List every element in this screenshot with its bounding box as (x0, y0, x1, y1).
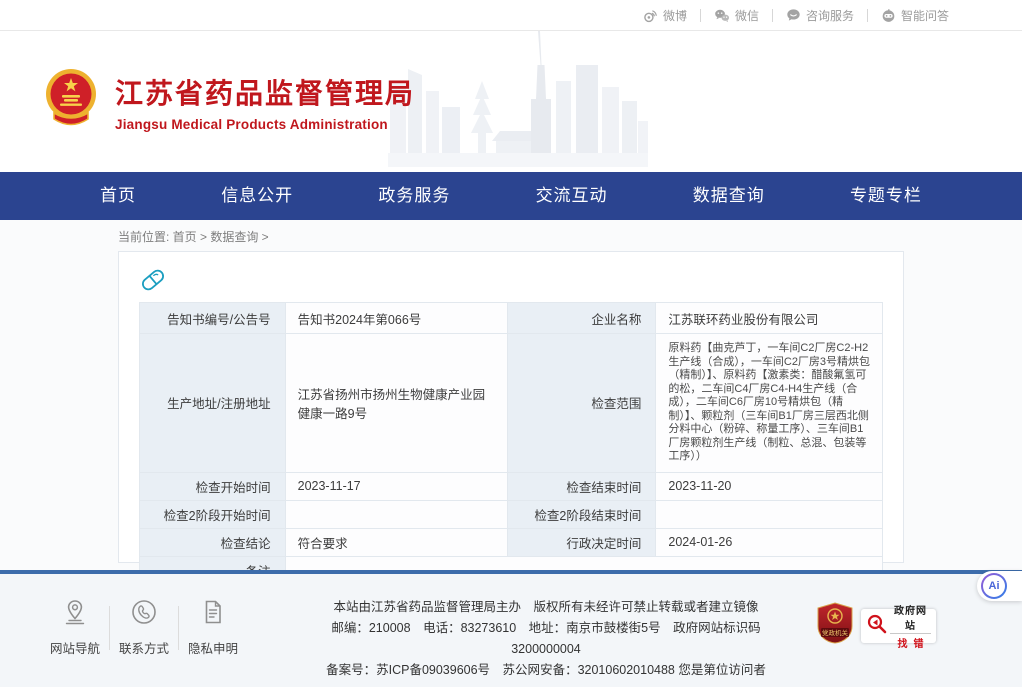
footer-info-line: 本站由江苏省药品监督管理局主办 版权所有未经许可禁止转载或者建立镜像 (300, 597, 792, 618)
site-header: 江苏省药品监督管理局 Jiangsu Medical Products Admi… (0, 31, 1022, 172)
weibo-icon (643, 8, 658, 23)
topbar: 微博 微信 咨询服务 智能问答 (0, 0, 1022, 31)
error-badge-text: 政府网站 找错 (890, 602, 931, 650)
footer-info: 本站由江苏省药品监督管理局主办 版权所有未经许可禁止转载或者建立镜像 邮编：21… (300, 597, 792, 681)
ai-assistant-button[interactable]: Ai (977, 571, 1022, 601)
site-nav-icon (61, 613, 89, 630)
footer-link-label: 隐私申明 (184, 638, 242, 657)
topbar-link-label: 咨询服务 (806, 7, 854, 24)
field-label: 检查2阶段开始时间 (140, 500, 286, 528)
city-skyline-watermark (388, 29, 648, 172)
footer-link-site-nav[interactable]: 网站导航 (46, 598, 104, 657)
footer-info-line: 邮编：210008 电话：83273610 地址：南京市鼓楼街5号 政府网站标识… (300, 618, 792, 660)
field-value: 告知书2024年第066号 (285, 303, 507, 334)
field-value: 江苏联环药业股份有限公司 (656, 303, 883, 334)
nav-item-interaction[interactable]: 交流互动 (536, 172, 608, 220)
table-row: 检查开始时间 2023-11-17 检查结束时间 2023-11-20 (140, 472, 883, 500)
topbar-link-weibo[interactable]: 微博 (630, 7, 700, 24)
org-name-zh: 江苏省药品监督管理局 (115, 72, 415, 112)
footer-badges: 党政机关 政府网站 找错 (817, 602, 936, 649)
footer-link-privacy[interactable]: 隐私申明 (184, 598, 242, 657)
inspection-detail-table: 告知书编号/公告号 告知书2024年第066号 企业名称 江苏联环药业股份有限公… (139, 302, 883, 585)
field-value: 2024-01-26 (656, 528, 883, 556)
table-row: 检查结论 符合要求 行政决定时间 2024-01-26 (140, 528, 883, 556)
footer-separator (109, 606, 110, 650)
site-footer: 网站导航 联系方式 隐私申明 本站由江苏省药品监督管理局主办 版权所有未经许可禁… (0, 570, 1022, 687)
site-titles: 江苏省药品监督管理局 Jiangsu Medical Products Admi… (115, 72, 415, 132)
site-logo[interactable]: 江苏省药品监督管理局 Jiangsu Medical Products Admi… (45, 67, 415, 136)
main-nav: 首页 信息公开 政务服务 交流互动 数据查询 专题专栏 (0, 172, 1022, 220)
topbar-link-smart-qa[interactable]: 智能问答 (868, 7, 962, 24)
contact-icon (130, 613, 158, 630)
ai-icon: Ai (981, 573, 1007, 599)
topbar-link-label: 微博 (663, 7, 687, 24)
national-emblem-icon (45, 67, 97, 136)
pill-icon (139, 266, 883, 296)
table-row: 检查2阶段开始时间 检查2阶段结束时间 (140, 500, 883, 528)
footer-link-contact[interactable]: 联系方式 (115, 598, 173, 657)
field-label: 检查开始时间 (140, 472, 286, 500)
privacy-icon (199, 613, 227, 630)
field-value: 2023-11-17 (285, 472, 507, 500)
table-row: 告知书编号/公告号 告知书2024年第066号 企业名称 江苏联环药业股份有限公… (140, 303, 883, 334)
inspection-detail-card: 告知书编号/公告号 告知书2024年第066号 企业名称 江苏联环药业股份有限公… (118, 251, 904, 563)
error-badge-line1: 政府网站 (890, 602, 931, 634)
footer-link-label: 网站导航 (46, 638, 104, 657)
field-label: 检查结束时间 (507, 472, 656, 500)
field-value: 江苏省扬州市扬州生物健康产业园健康一路9号 (285, 334, 507, 473)
field-value (656, 500, 883, 528)
topbar-link-consult[interactable]: 咨询服务 (773, 7, 867, 24)
field-label: 检查2阶段结束时间 (507, 500, 656, 528)
nav-item-data-query[interactable]: 数据查询 (693, 172, 765, 220)
footer-link-label: 联系方式 (115, 638, 173, 657)
field-label: 告知书编号/公告号 (140, 303, 286, 334)
org-name-en: Jiangsu Medical Products Administration (115, 117, 415, 132)
nav-item-home[interactable]: 首页 (100, 172, 136, 220)
smart-qa-icon (881, 8, 896, 23)
svg-text:党政机关: 党政机关 (822, 628, 849, 637)
nav-item-gov-services[interactable]: 政务服务 (378, 172, 450, 220)
field-label: 检查范围 (507, 334, 656, 473)
topbar-link-label: 智能问答 (901, 7, 949, 24)
topbar-link-label: 微信 (735, 7, 759, 24)
ai-icon-label: Ai (983, 575, 1005, 597)
gov-site-error-report-badge[interactable]: 政府网站 找错 (861, 609, 936, 643)
field-value: 2023-11-20 (656, 472, 883, 500)
field-value (285, 500, 507, 528)
footer-quick-links: 网站导航 联系方式 隐私申明 (46, 598, 242, 657)
field-value: 符合要求 (285, 528, 507, 556)
field-value: 原料药【曲克芦丁，一车间C2厂房C2-H2生产线（合成），一车间C2厂房3号精烘… (656, 334, 883, 473)
nav-item-special-topics[interactable]: 专题专栏 (850, 172, 922, 220)
error-badge-line2: 找错 (890, 634, 931, 650)
party-gov-badge[interactable]: 党政机关 (817, 602, 853, 649)
table-row: 生产地址/注册地址 江苏省扬州市扬州生物健康产业园健康一路9号 检查范围 原料药… (140, 334, 883, 473)
field-label: 检查结论 (140, 528, 286, 556)
wechat-icon (714, 8, 730, 23)
magnifier-icon (866, 613, 887, 639)
consult-icon (786, 8, 801, 23)
field-label: 企业名称 (507, 303, 656, 334)
page: { "colors": { "nav_blue": "#2b4490", "br… (0, 0, 1022, 687)
main-content: 当前位置: 首页 > 数据查询 > 告知书编号/公告号 告知书2024年第066… (0, 220, 1022, 570)
footer-info-line: 备案号：苏ICP备09039606号 苏公网安备：32010602010488 … (300, 660, 792, 681)
breadcrumb[interactable]: 当前位置: 首页 > 数据查询 > (118, 228, 1022, 245)
field-label: 生产地址/注册地址 (140, 334, 286, 473)
nav-item-info-disclosure[interactable]: 信息公开 (221, 172, 293, 220)
footer-separator (178, 606, 179, 650)
topbar-link-wechat[interactable]: 微信 (701, 7, 772, 24)
field-label: 行政决定时间 (507, 528, 656, 556)
